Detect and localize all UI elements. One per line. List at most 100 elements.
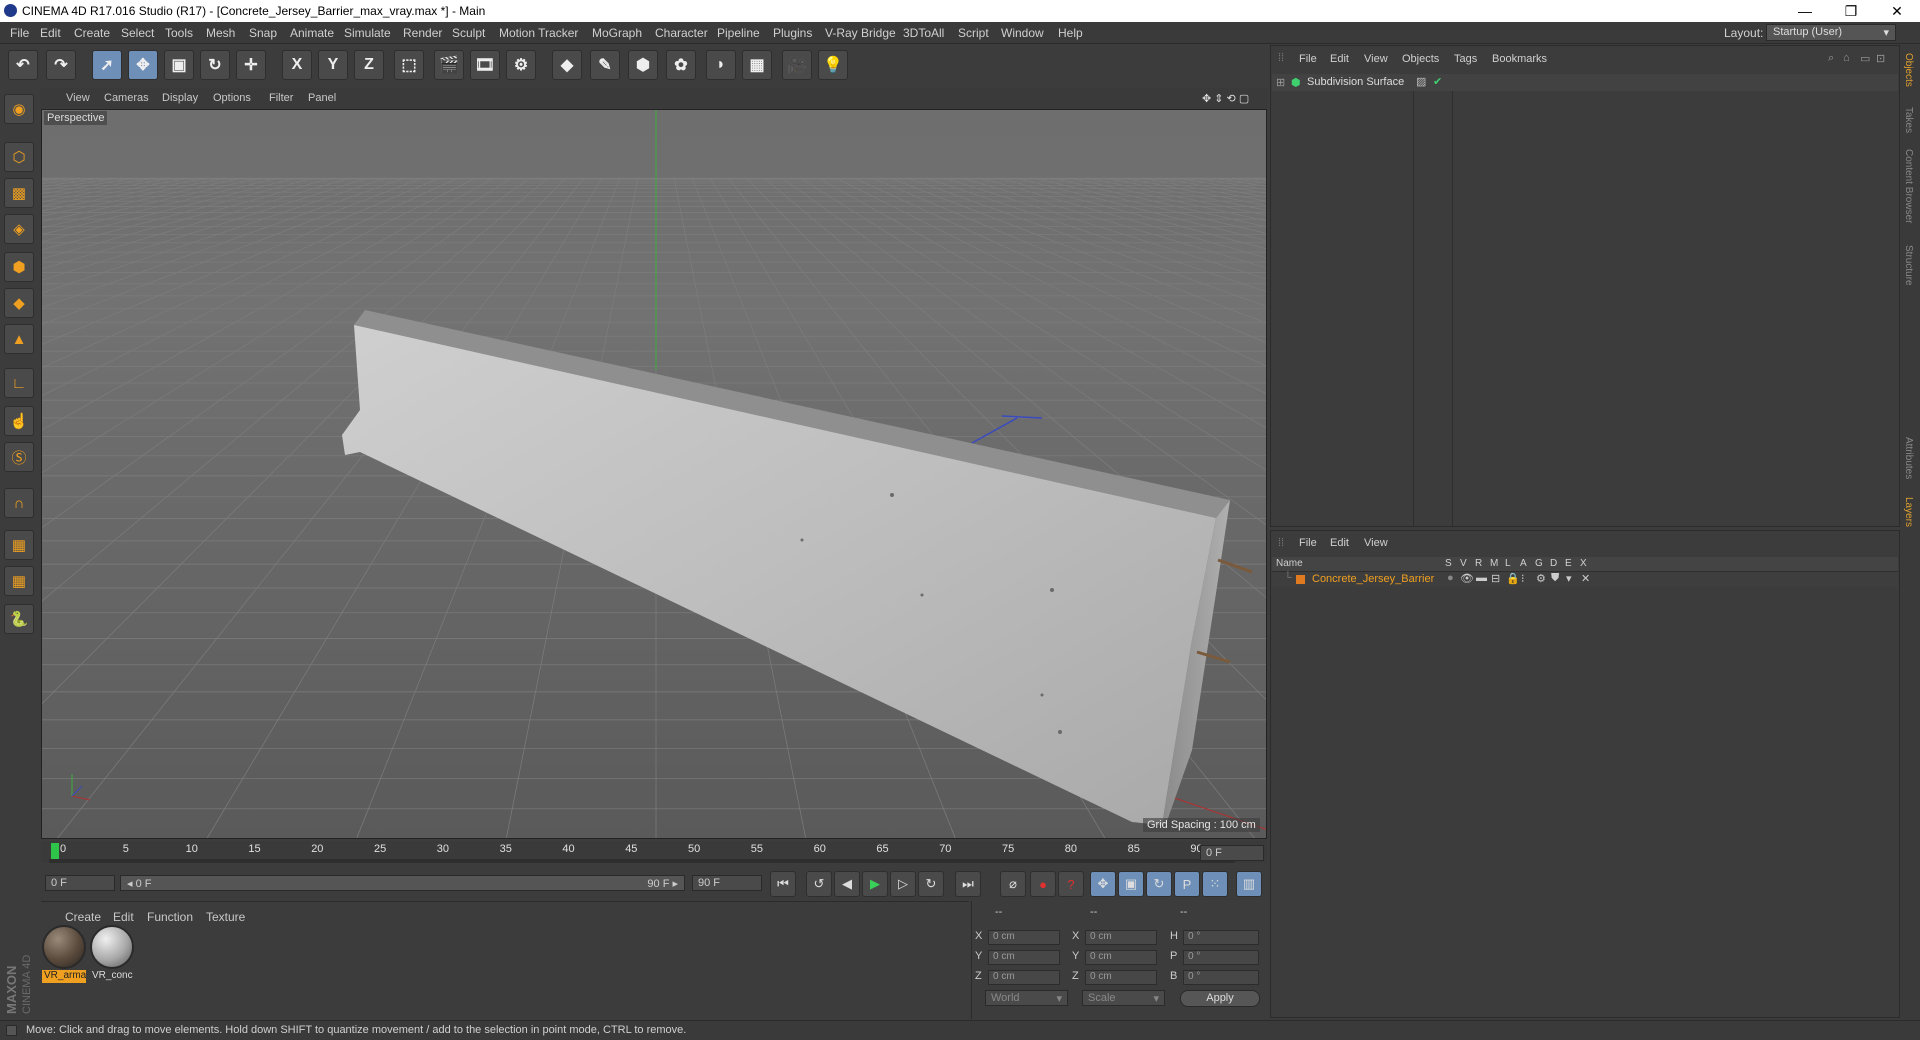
window-icon[interactable]: ▭ [1860, 52, 1870, 65]
timeline-ruler[interactable] [41, 841, 1267, 863]
coord-field-size[interactable]: 0 cm [1085, 970, 1157, 985]
lock-icon[interactable]: 🔒 [1506, 572, 1520, 585]
select-arrow-icon[interactable]: ➚ [92, 50, 122, 80]
layer-col-e[interactable]: E [1565, 558, 1572, 569]
material-menu-create[interactable]: Create [65, 910, 101, 924]
render-picture-viewer-icon[interactable]: 🎞 [470, 50, 500, 80]
coord-field-size[interactable]: 0 cm [1085, 950, 1157, 965]
layer-col-m[interactable]: M [1490, 558, 1498, 569]
loop-icon[interactable]: ↻ [918, 871, 944, 897]
key-pla-icon[interactable]: ⁙ [1202, 871, 1228, 897]
spline-pen-icon[interactable]: ✎ [590, 50, 620, 80]
viewport-menu-options[interactable]: Options [213, 92, 251, 104]
grid-snap-icon[interactable]: ▦ [4, 566, 34, 596]
object-menu-tags[interactable]: Tags [1454, 53, 1477, 65]
magnet-icon[interactable]: ∩ [4, 488, 34, 518]
layer-col-g[interactable]: G [1535, 558, 1543, 569]
current-frame-field[interactable]: 0 F [1200, 845, 1264, 861]
layer-col-s[interactable]: S [1445, 558, 1452, 569]
playhead-marker[interactable] [51, 843, 59, 859]
scale-icon[interactable]: ▣ [164, 50, 194, 80]
panel-maximize-icon[interactable]: ⊡ [1876, 52, 1885, 65]
viewport-menu-cameras[interactable]: Cameras [104, 92, 149, 104]
snap-icon[interactable]: Ⓢ [4, 442, 34, 472]
next-frame-icon[interactable]: ▷ [890, 871, 916, 897]
layer-col-x[interactable]: X [1580, 558, 1587, 569]
timeline-editor-icon[interactable]: ▥ [1236, 871, 1262, 897]
menu-vray-bridge[interactable]: V-Ray Bridge [825, 26, 896, 40]
viewport-menu-view[interactable]: View [66, 92, 90, 104]
object-menu-view[interactable]: View [1364, 53, 1388, 65]
go-to-start-icon[interactable]: ⏮ [770, 871, 796, 897]
layer-col-a[interactable]: A [1520, 558, 1527, 569]
layer-col-r[interactable]: R [1475, 558, 1482, 569]
camera-icon[interactable]: 🎥 [782, 50, 812, 80]
redo-icon[interactable]: ↷ [46, 50, 76, 80]
python-icon[interactable]: 🐍 [4, 604, 34, 634]
subdivision-icon[interactable]: ⬢ [628, 50, 658, 80]
home-icon[interactable]: ⌂ [1843, 52, 1850, 64]
menu-animate[interactable]: Animate [290, 26, 334, 40]
layer-col-d[interactable]: D [1550, 558, 1557, 569]
menu-window[interactable]: Window [1001, 26, 1044, 40]
expressions-icon[interactable]: ▾ [1566, 572, 1572, 585]
tweak-icon[interactable]: ☝ [4, 406, 34, 436]
panel-grip-icon[interactable]: ⁞⁞ [1278, 52, 1284, 64]
layer-color-swatch[interactable] [1296, 575, 1305, 584]
axis-x-icon[interactable]: X [282, 50, 312, 80]
tab-layers[interactable]: Layers [1903, 497, 1914, 527]
layer-col-name[interactable]: Name [1276, 558, 1303, 569]
coord-field-rotation[interactable]: 0 ° [1183, 930, 1259, 945]
menu-mesh[interactable]: Mesh [206, 26, 235, 40]
coord-field-position[interactable]: 0 cm [988, 950, 1060, 965]
search-icon[interactable]: ⌕ [1828, 52, 1834, 65]
layer-menu-view[interactable]: View [1364, 537, 1388, 549]
object-menu-bookmarks[interactable]: Bookmarks [1492, 53, 1547, 65]
restore-button[interactable]: ❐ [1828, 0, 1874, 22]
material-menu-edit[interactable]: Edit [113, 910, 134, 924]
close-button[interactable]: ✕ [1874, 0, 1920, 22]
menu-help[interactable]: Help [1058, 26, 1083, 40]
viewport-navigate-icons[interactable]: ✥ ⇕ ⟲ ▢ [1202, 92, 1249, 105]
key-param-icon[interactable]: P [1174, 871, 1200, 897]
menu-snap[interactable]: Snap [249, 26, 277, 40]
play-backward-icon[interactable]: ◀ [834, 871, 860, 897]
minimize-button[interactable]: — [1782, 0, 1828, 22]
play-forward-icon[interactable]: ▶ [862, 871, 888, 897]
object-menu-objects[interactable]: Objects [1402, 53, 1439, 65]
apply-button[interactable]: Apply [1180, 990, 1260, 1007]
menu-create[interactable]: Create [74, 26, 110, 40]
panel-grip-icon[interactable]: ⁞⁞ [1278, 537, 1284, 549]
menu-select[interactable]: Select [121, 26, 154, 40]
menu-pipeline[interactable]: Pipeline [717, 26, 760, 40]
menu-sculpt[interactable]: Sculpt [452, 26, 485, 40]
cloner-icon[interactable]: ✿ [666, 50, 696, 80]
tab-objects[interactable]: Objects [1903, 53, 1914, 87]
undo-icon[interactable]: ↶ [8, 50, 38, 80]
menu-file[interactable]: File [10, 26, 29, 40]
viewport-menu-display[interactable]: Display [162, 92, 198, 104]
coordinate-system-icon[interactable]: ⬚ [394, 50, 424, 80]
model-mode-icon[interactable]: ⬡ [4, 142, 34, 172]
tab-structure[interactable]: Structure [1903, 245, 1914, 286]
frame-range-slider[interactable]: ◂ 0 F 90 F ▸ [120, 875, 685, 891]
coord-field-position[interactable]: 0 cm [988, 930, 1060, 945]
layer-col-v[interactable]: V [1460, 558, 1467, 569]
visible-editor-icon[interactable]: 👁 [1460, 572, 1474, 585]
go-to-end-icon[interactable]: ⏭ [955, 871, 981, 897]
edit-toggle-icon[interactable]: ▨ [1416, 75, 1426, 88]
axis-y-icon[interactable]: Y [318, 50, 348, 80]
start-frame-field[interactable]: 0 F [45, 875, 115, 891]
cube-icon[interactable]: ◆ [552, 50, 582, 80]
move-alt-icon[interactable]: ✛ [236, 50, 266, 80]
scale-select[interactable]: Scale ▾ [1082, 990, 1165, 1006]
menu-plugins[interactable]: Plugins [773, 26, 812, 40]
polygons-mode-icon[interactable]: ▲ [4, 324, 34, 354]
expand-icon[interactable]: ⊞ [1276, 76, 1285, 89]
layer-menu-file[interactable]: File [1299, 537, 1317, 549]
material-swatch-vr-arma[interactable] [42, 925, 86, 969]
solo-icon[interactable]: ● [1447, 572, 1454, 584]
coord-field-rotation[interactable]: 0 ° [1183, 950, 1259, 965]
rotate-icon[interactable]: ↻ [200, 50, 230, 80]
axis-z-icon[interactable]: Z [354, 50, 384, 80]
